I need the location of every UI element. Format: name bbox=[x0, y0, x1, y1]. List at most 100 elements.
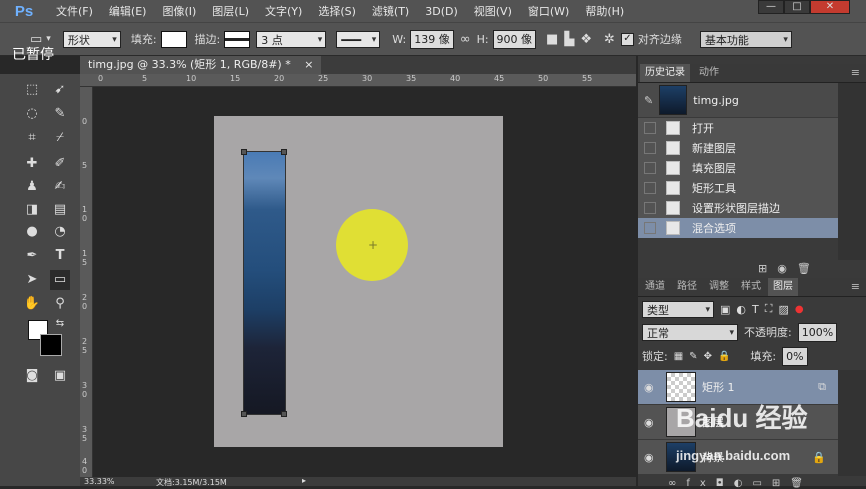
menu-type[interactable]: 文字(Y) bbox=[257, 3, 310, 19]
restore-button[interactable]: □ bbox=[784, 0, 810, 14]
history-item[interactable]: 设置形状图层描边 bbox=[638, 198, 838, 219]
menu-layer[interactable]: 图层(L) bbox=[204, 3, 257, 19]
filter-toggle-icon[interactable]: ● bbox=[795, 304, 804, 315]
camera-icon[interactable]: ◉ bbox=[777, 262, 797, 275]
align-edges-checkbox[interactable]: ✓ bbox=[620, 32, 634, 46]
trash-icon[interactable]: 🗑 bbox=[797, 262, 821, 275]
hand-tool-icon[interactable]: ✋ bbox=[22, 294, 42, 314]
tab-channels[interactable]: 通道 bbox=[640, 278, 670, 296]
blur-tool-icon[interactable]: ● bbox=[22, 222, 42, 242]
tab-actions[interactable]: 动作 bbox=[694, 64, 724, 82]
lock-transparent-icon[interactable]: ▦ bbox=[674, 351, 683, 362]
transform-handle[interactable] bbox=[241, 149, 247, 155]
canvas-area[interactable]: + bbox=[93, 87, 636, 477]
shape-mode-dropdown[interactable]: 形状 bbox=[62, 30, 121, 49]
filter-pixel-icon[interactable]: ▣ bbox=[720, 303, 730, 316]
crop-tool-icon[interactable]: ⌗ bbox=[22, 128, 42, 148]
stroke-swatch[interactable] bbox=[224, 30, 251, 48]
rectangle-shape-layer[interactable] bbox=[243, 151, 286, 415]
lock-pixels-icon[interactable]: ✎ bbox=[689, 351, 697, 362]
eraser-tool-icon[interactable]: ◨ bbox=[22, 200, 42, 220]
lock-all-icon[interactable]: 🔒 bbox=[718, 351, 730, 362]
path-arrangement-icon[interactable]: ❖ bbox=[580, 32, 592, 47]
link-layers-icon[interactable]: ∞ bbox=[668, 478, 686, 489]
swap-colors-icon[interactable]: ⇆ bbox=[50, 314, 70, 334]
menu-filter[interactable]: 滤镜(T) bbox=[364, 3, 417, 19]
fill-field[interactable]: 0% bbox=[782, 346, 808, 366]
close-tab-icon[interactable]: × bbox=[304, 58, 313, 71]
quick-selection-tool-icon[interactable]: ✎ bbox=[50, 104, 70, 124]
path-selection-tool-icon[interactable]: ➤ bbox=[22, 270, 42, 290]
tab-paths[interactable]: 路径 bbox=[672, 278, 702, 296]
history-snapshot[interactable]: ✎ timg.jpg bbox=[638, 83, 838, 117]
history-item-selected[interactable]: 混合选项 bbox=[638, 218, 838, 239]
menu-edit[interactable]: 编辑(E) bbox=[101, 3, 155, 19]
path-operations-icon[interactable]: ■ bbox=[546, 32, 558, 47]
transform-handle[interactable] bbox=[281, 411, 287, 417]
add-layer-style-icon[interactable]: fx bbox=[686, 478, 715, 489]
clone-stamp-tool-icon[interactable]: ♟ bbox=[22, 177, 42, 197]
new-group-icon[interactable]: ▭ bbox=[752, 478, 771, 489]
tab-adjustments[interactable]: 调整 bbox=[704, 278, 734, 296]
opacity-field[interactable]: 100% bbox=[797, 322, 838, 342]
tab-history[interactable]: 历史记录 bbox=[640, 64, 690, 82]
stroke-type-dropdown[interactable]: ━━━ bbox=[336, 30, 381, 49]
fill-swatch[interactable] bbox=[160, 30, 187, 48]
tab-layers[interactable]: 图层 bbox=[768, 278, 798, 296]
marquee-tool-icon[interactable]: ⬚ bbox=[22, 80, 42, 100]
gear-icon[interactable]: ✲ bbox=[604, 32, 615, 47]
filter-type-icon[interactable]: T bbox=[752, 303, 759, 316]
pen-tool-icon[interactable]: ✒ bbox=[22, 246, 42, 266]
tab-styles[interactable]: 样式 bbox=[736, 278, 766, 296]
quick-mask-icon[interactable]: ◙ bbox=[22, 366, 42, 386]
history-item[interactable]: 新建图层 bbox=[638, 138, 838, 159]
zoom-level[interactable]: 33.33% bbox=[84, 477, 115, 486]
menu-view[interactable]: 视图(V) bbox=[466, 3, 520, 19]
link-icon[interactable]: ∞ bbox=[460, 32, 471, 47]
panel-menu-icon[interactable]: ≡ bbox=[851, 66, 860, 79]
history-item[interactable]: 矩形工具 bbox=[638, 178, 838, 199]
rectangle-tool-icon[interactable]: ▭ bbox=[50, 270, 70, 290]
filter-smart-object-icon[interactable]: ▨ bbox=[778, 303, 788, 316]
menu-select[interactable]: 选择(S) bbox=[310, 3, 364, 19]
document-tab[interactable]: timg.jpg @ 33.3% (矩形 1, RGB/8#) * × bbox=[80, 56, 322, 74]
document-canvas[interactable]: + bbox=[214, 116, 503, 447]
blend-mode-dropdown[interactable]: 正常 bbox=[642, 323, 738, 342]
add-mask-icon[interactable]: ◘ bbox=[716, 478, 734, 489]
history-item[interactable]: 填充图层 bbox=[638, 158, 838, 179]
dodge-tool-icon[interactable]: ◔ bbox=[50, 222, 70, 242]
new-document-from-state-icon[interactable]: ⊞ bbox=[758, 262, 777, 275]
height-field[interactable]: 900 像 bbox=[492, 29, 537, 49]
new-adjustment-icon[interactable]: ◐ bbox=[734, 478, 753, 489]
width-field[interactable]: 139 像 bbox=[410, 29, 454, 49]
menu-image[interactable]: 图像(I) bbox=[154, 3, 204, 19]
visibility-eye-icon[interactable]: ◉ bbox=[644, 381, 658, 394]
healing-brush-tool-icon[interactable]: ✚ bbox=[22, 154, 42, 174]
history-brush-tool-icon[interactable]: ✍ bbox=[50, 177, 70, 197]
transform-handle[interactable] bbox=[241, 411, 247, 417]
background-color-swatch[interactable] bbox=[40, 334, 62, 356]
gradient-tool-icon[interactable]: ▤ bbox=[50, 200, 70, 220]
close-button[interactable]: ✕ bbox=[810, 0, 850, 14]
move-tool-icon[interactable]: ➹ bbox=[50, 80, 70, 100]
lasso-tool-icon[interactable]: ◌ bbox=[22, 104, 42, 124]
panel-menu-icon[interactable]: ≡ bbox=[851, 280, 860, 293]
path-alignment-icon[interactable]: ▙ bbox=[564, 32, 574, 47]
lock-position-icon[interactable]: ✥ bbox=[704, 351, 712, 362]
layer-filter-dropdown[interactable]: 类型 bbox=[642, 300, 714, 319]
minimize-button[interactable]: — bbox=[758, 0, 784, 14]
workspace-dropdown[interactable]: 基本功能 bbox=[699, 30, 792, 49]
history-item[interactable]: 打开 bbox=[638, 118, 838, 139]
status-menu-arrow-icon[interactable]: ▸ bbox=[302, 476, 306, 485]
layers-scrollbar[interactable] bbox=[838, 370, 866, 476]
delete-layer-icon[interactable]: 🗑 bbox=[790, 478, 813, 489]
transform-handle[interactable] bbox=[281, 149, 287, 155]
menu-help[interactable]: 帮助(H) bbox=[577, 3, 632, 19]
filter-shape-icon[interactable]: ⛶ bbox=[765, 302, 773, 316]
eyedropper-tool-icon[interactable]: ⌿ bbox=[50, 128, 70, 148]
history-scrollbar[interactable] bbox=[838, 83, 866, 260]
filter-adjustment-icon[interactable]: ◐ bbox=[736, 303, 746, 316]
visibility-eye-icon[interactable]: ◉ bbox=[644, 451, 658, 464]
zoom-tool-icon[interactable]: ⚲ bbox=[50, 294, 70, 314]
visibility-eye-icon[interactable]: ◉ bbox=[644, 416, 658, 429]
